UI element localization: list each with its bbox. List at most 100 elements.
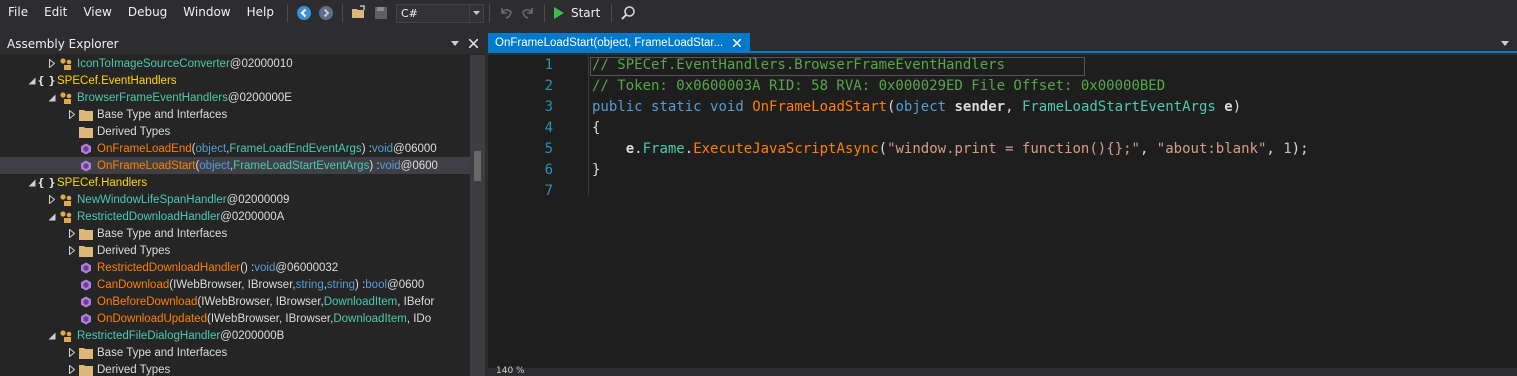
code-line[interactable]: e.Frame.ExecuteJavaScriptAsync("window.p… [592, 139, 1309, 160]
class-icon [58, 191, 74, 208]
folder-icon [78, 344, 94, 361]
expanded-arrow-icon[interactable] [26, 72, 38, 89]
tree-node[interactable]: RestrictedFileDialogHandler @0200000B [0, 327, 470, 344]
open-button[interactable] [349, 3, 369, 23]
tree-node[interactable]: RestrictedDownloadHandler() : void @0600… [0, 259, 470, 276]
collapsed-arrow-icon[interactable] [46, 55, 58, 72]
tree-node[interactable]: OnFrameLoadEnd(object, FrameLoadEndEvent… [0, 140, 470, 157]
code-line[interactable]: // Token: 0x0600003A RID: 58 RVA: 0x0000… [592, 76, 1165, 97]
method-param: object [195, 142, 227, 155]
search-button[interactable] [618, 3, 638, 23]
method-name: OnBeforeDownload [97, 295, 198, 308]
toolbar-separator [611, 4, 613, 22]
folder-name: Base Type and Interfaces [97, 108, 228, 121]
tree-node[interactable]: CanDownload(IWebBrowser, IBrowser, strin… [0, 276, 470, 293]
code-token: ( [878, 141, 888, 157]
tree-node[interactable]: IconToImageSourceConverter @02000010 [0, 55, 470, 72]
folder-icon [78, 106, 94, 123]
code-editor[interactable]: 1 2 3 4 5 6 7 // SPECef.EventHandlers.BrowserF… [488, 55, 1517, 368]
start-button[interactable]: Start [550, 3, 606, 23]
code-line[interactable]: public static void OnFrameLoadStart(obje… [592, 97, 1241, 118]
tree-node[interactable]: NewWindowLifeSpanHandler @02000009 [0, 191, 470, 208]
code-token: // Token: 0x0600003A RID: 58 RVA: 0x0000… [592, 78, 1166, 94]
forward-button[interactable] [316, 3, 336, 23]
editor-margin-divider [588, 55, 589, 195]
tree-node[interactable]: { } SPECef.EventHandlers [0, 72, 470, 89]
menu-file[interactable]: File [0, 0, 36, 26]
code-token: "window.print = function(){};" [887, 141, 1140, 157]
metadata-token: @0600 [387, 278, 425, 291]
collapsed-arrow-icon[interactable] [66, 344, 78, 361]
menu-debug[interactable]: Debug [120, 0, 175, 26]
tree-node[interactable]: OnBeforeDownload(IWebBrowser, IBrowser, … [0, 293, 470, 310]
tree-node[interactable]: Base Type and Interfaces [0, 225, 470, 242]
class-name: RestrictedDownloadHandler [77, 210, 221, 223]
tree-node[interactable]: Base Type and Interfaces [0, 106, 470, 123]
folder-icon [78, 361, 94, 376]
line-number: 1 [544, 57, 553, 73]
tree-node[interactable]: { } SPECef.Handlers [0, 174, 470, 191]
menu-window[interactable]: Window [175, 0, 238, 26]
collapsed-arrow-icon[interactable] [66, 242, 78, 259]
code-line[interactable]: } [592, 160, 600, 181]
code-line[interactable]: { [592, 118, 600, 139]
code-line[interactable]: // SPECef.EventHandlers.BrowserFrameEven… [592, 55, 1005, 76]
back-button[interactable] [294, 3, 314, 23]
class-icon [58, 327, 74, 344]
language-select-value: C# [400, 6, 418, 20]
redo-button[interactable] [518, 3, 538, 23]
menu-edit[interactable]: Edit [36, 0, 75, 26]
code-token: // SPECef.EventHandlers.BrowserFrameEven… [592, 57, 1006, 73]
close-icon[interactable] [466, 36, 480, 50]
tree-node[interactable]: Derived Types [0, 361, 470, 376]
tab-list-dropdown-icon[interactable] [1501, 35, 1509, 49]
collapsed-arrow-icon[interactable] [46, 191, 58, 208]
menu-view[interactable]: View [75, 0, 119, 26]
expanded-arrow-icon[interactable] [46, 208, 58, 225]
tab-close-icon[interactable] [730, 36, 744, 50]
namespace-name: SPECef.EventHandlers [57, 74, 177, 87]
method-param: IWebBrowser, IBrowser, [173, 278, 296, 291]
metadata-token: @0600 [400, 159, 438, 172]
expanded-arrow-icon[interactable] [46, 327, 58, 344]
tree-node[interactable]: Base Type and Interfaces [0, 344, 470, 361]
start-button-label: Start [570, 6, 601, 20]
tree-node[interactable]: OnFrameLoadStart(object, FrameLoadStartE… [0, 157, 470, 174]
menu-help[interactable]: Help [239, 0, 282, 26]
save-button[interactable] [371, 3, 391, 23]
forward-arrow-icon [318, 6, 333, 20]
expanded-arrow-icon[interactable] [46, 89, 58, 106]
editor-tab-title: OnFrameLoadStart(object, FrameLoadStar..… [495, 37, 724, 49]
method-signature-sep: () : [240, 261, 255, 274]
panel-dropdown-icon[interactable] [448, 36, 462, 50]
method-param: , IBefor [397, 295, 435, 308]
tree-node[interactable]: BrowserFrameEventHandlers @0200000E [0, 89, 470, 106]
redo-icon [522, 8, 533, 19]
editor-tab-bar: OnFrameLoadStart(object, FrameLoadStar..… [488, 33, 1517, 53]
language-select[interactable]: C# [395, 3, 484, 23]
tree-node[interactable]: Derived Types [0, 123, 470, 140]
collapsed-arrow-icon[interactable] [66, 361, 78, 376]
namespace-icon: { } [37, 176, 56, 189]
undo-button[interactable] [496, 3, 516, 23]
expanded-arrow-icon[interactable] [26, 174, 38, 191]
tree-node[interactable]: Derived Types [0, 242, 470, 259]
line-number: 2 [544, 78, 553, 94]
method-param: string [295, 278, 324, 291]
play-icon [553, 7, 564, 19]
editor-tab-active[interactable]: OnFrameLoadStart(object, FrameLoadStar..… [488, 33, 750, 53]
zoom-level[interactable]: 140 % [496, 366, 525, 376]
tree-scrollbar[interactable] [470, 55, 485, 376]
tree-node[interactable]: OnDownloadUpdated(IWebBrowser, IBrowser,… [0, 310, 470, 327]
method-param: object [199, 159, 230, 172]
toolbar-separator [341, 4, 343, 22]
tree-scrollbar-thumb[interactable] [474, 151, 481, 181]
collapsed-arrow-icon[interactable] [66, 106, 78, 123]
collapsed-arrow-icon[interactable] [66, 225, 78, 242]
tree-node[interactable]: RestrictedDownloadHandler @0200000A [0, 208, 470, 225]
